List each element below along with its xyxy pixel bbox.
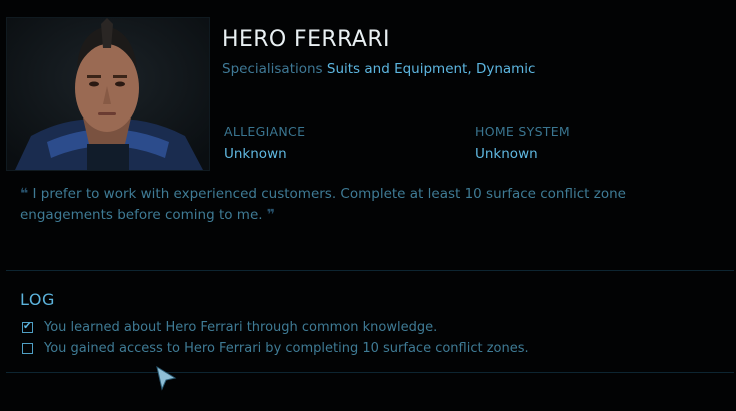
divider	[6, 270, 734, 271]
home-system-label: HOME SYSTEM	[475, 124, 571, 139]
log-title: LOG	[20, 290, 55, 309]
checkbox-checked-icon: ✔	[22, 321, 33, 333]
allegiance-label: ALLEGIANCE	[224, 124, 306, 139]
specialisations-row: Specialisations Suits and Equipment, Dyn…	[222, 61, 535, 77]
contact-details-panel: HERO FERRARI Specialisations Suits and E…	[0, 0, 736, 411]
specialisations-value: Suits and Equipment, Dynamic	[326, 61, 536, 77]
portrait-image	[7, 18, 209, 170]
contact-name: HERO FERRARI	[222, 27, 390, 52]
quote-close-icon: ❞	[266, 207, 276, 223]
divider	[6, 372, 734, 373]
log-entry-text: You learned about Hero Ferrari through c…	[44, 320, 438, 335]
quote-text: I prefer to work with experienced custom…	[20, 186, 626, 223]
quote-open-icon: ❝	[20, 186, 29, 202]
contact-portrait	[6, 17, 210, 171]
allegiance-value: Unknown	[224, 146, 287, 162]
checkbox-empty-icon	[22, 343, 33, 354]
specialisations-label: Specialisations	[222, 61, 323, 77]
mouse-pointer-icon	[155, 365, 177, 395]
log-entry-text: You gained access to Hero Ferrari by com…	[44, 341, 529, 356]
contact-quote: ❝ I prefer to work with experienced cust…	[20, 184, 720, 226]
home-system-value: Unknown	[475, 146, 538, 162]
